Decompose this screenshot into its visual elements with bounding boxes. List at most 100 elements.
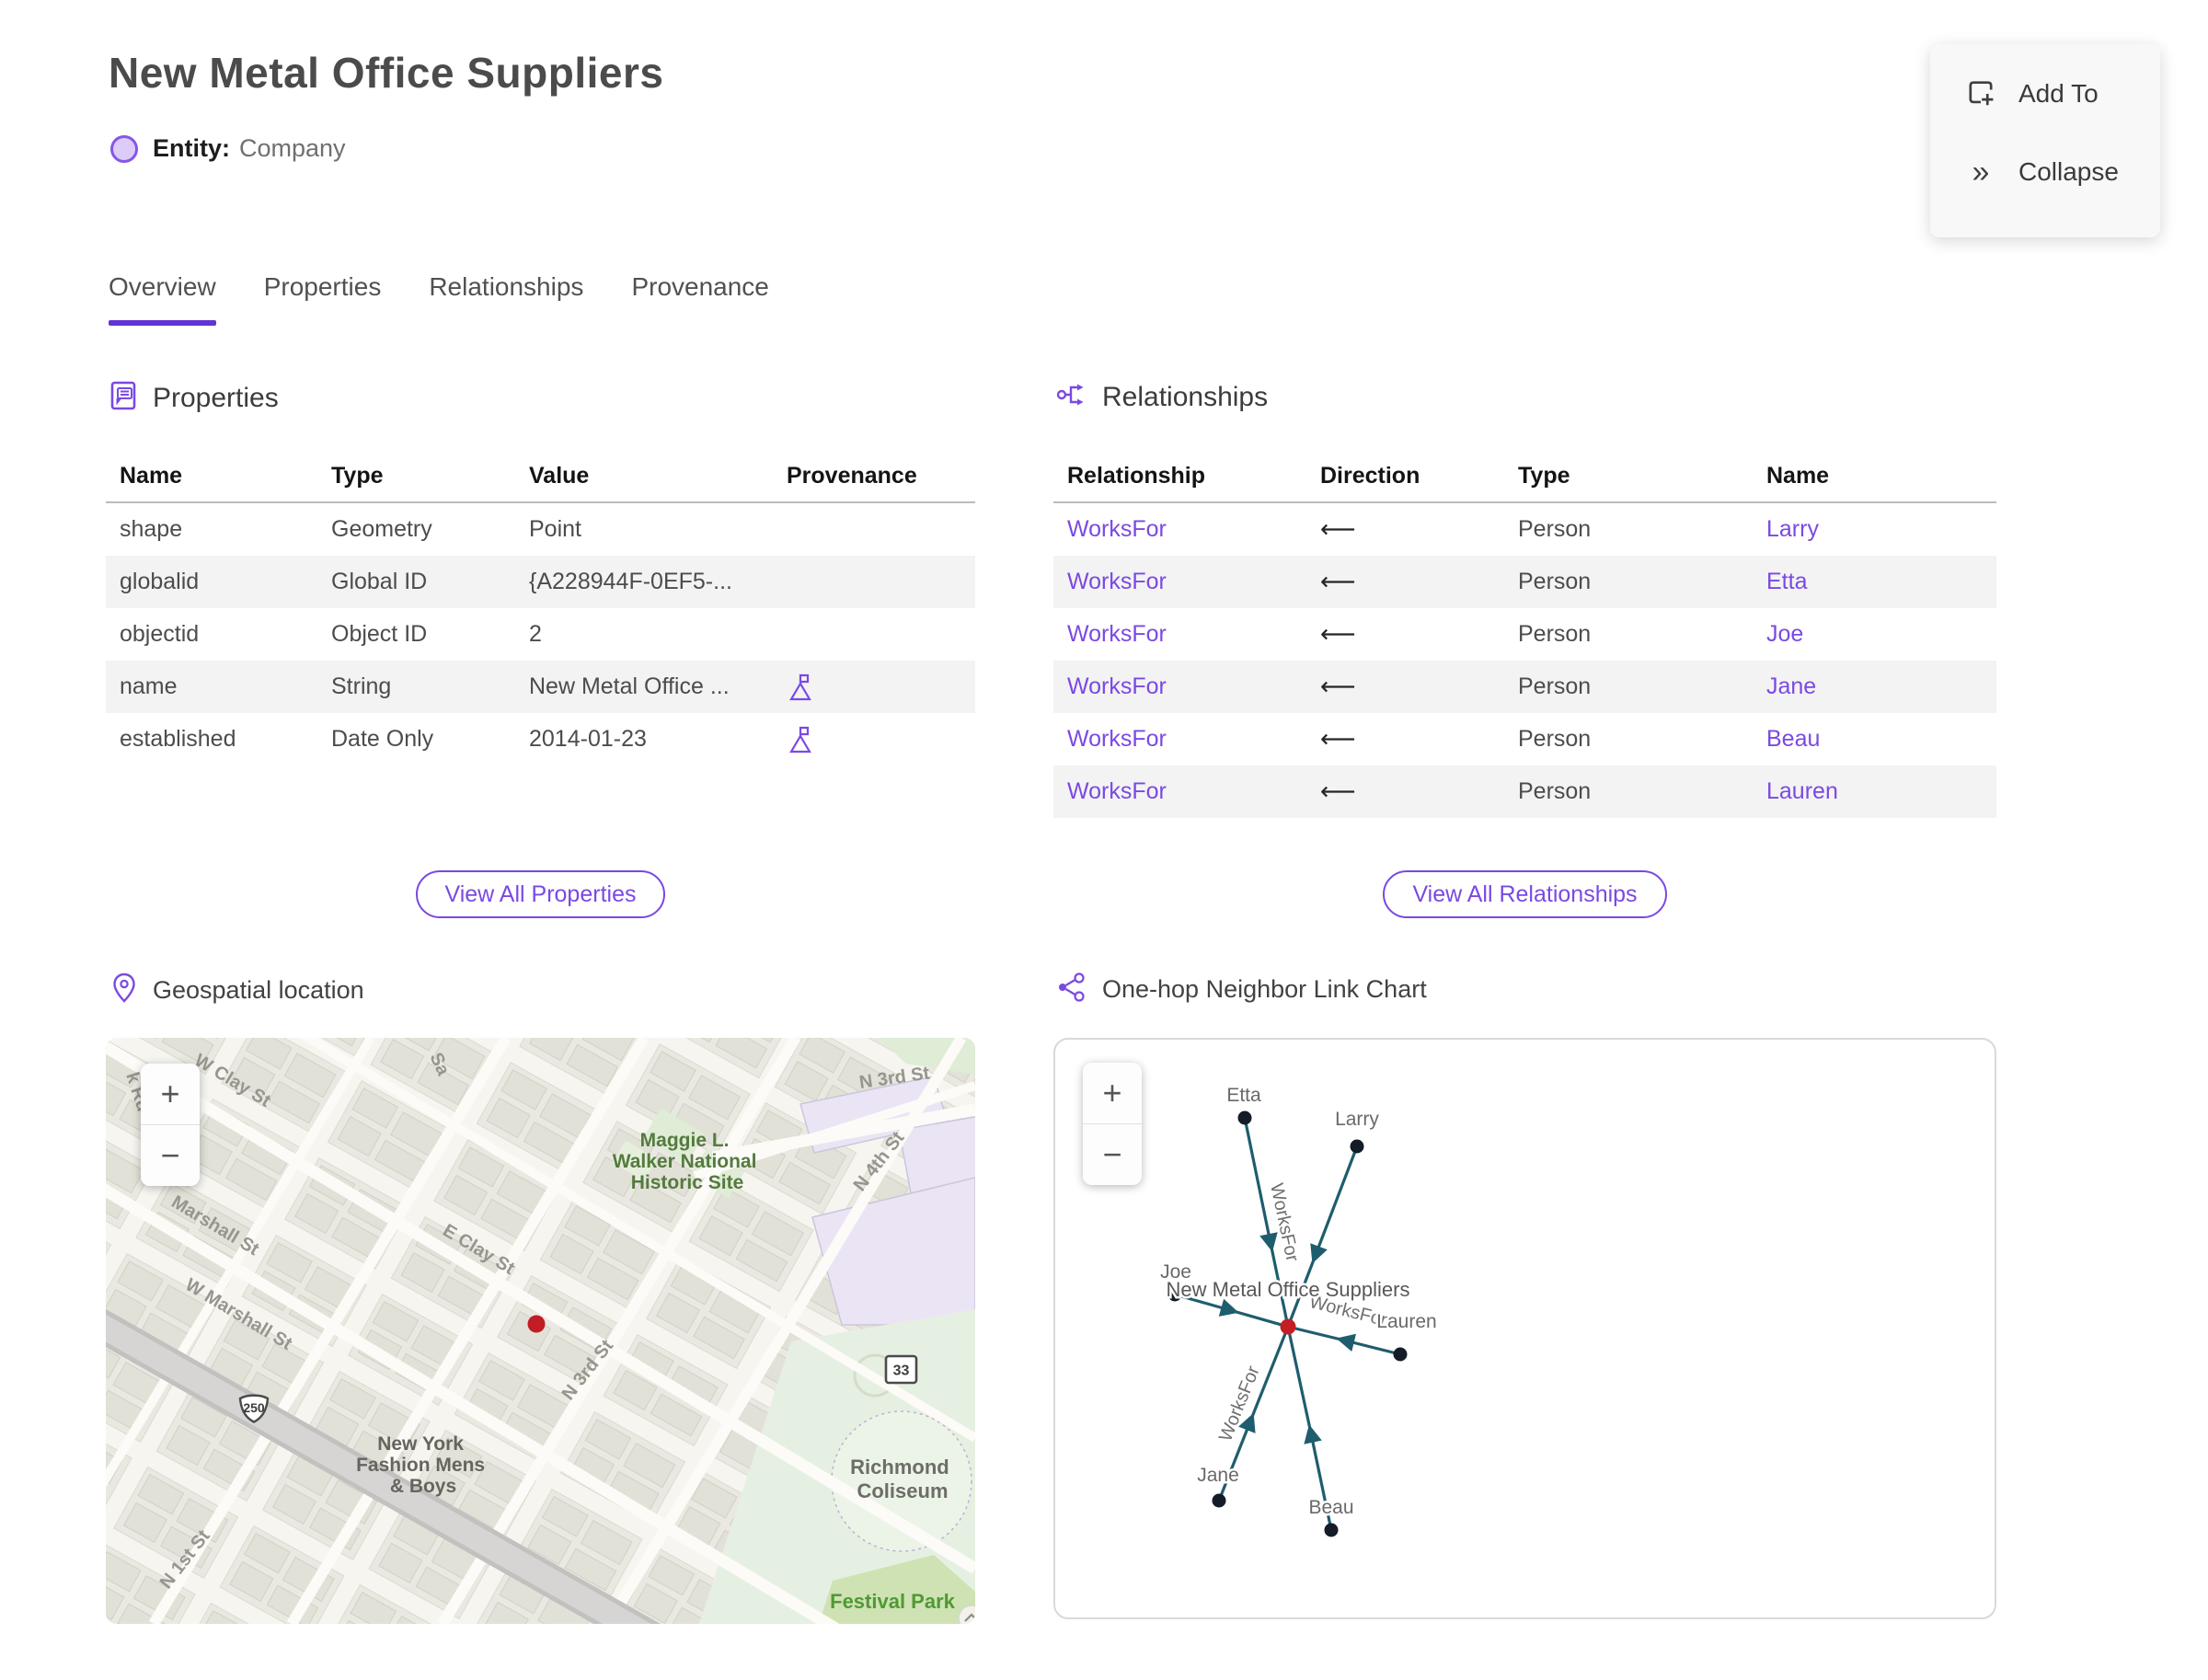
geospatial-section-title: Geospatial location [153, 976, 364, 1004]
relationship-link[interactable]: WorksFor [1053, 569, 1306, 595]
svg-text:Lauren: Lauren [1376, 1311, 1436, 1332]
view-all-relationships-button[interactable]: View All Relationships [1383, 870, 1667, 918]
prop-value: {A228944F-0EF5-... [529, 569, 732, 594]
column-header: Value [529, 462, 590, 489]
link-chart-icon [1055, 972, 1088, 1007]
prop-type: String [331, 673, 392, 699]
tab-overview[interactable]: Overview [109, 272, 216, 326]
rel-type: Person [1518, 621, 1592, 647]
entity-label: Entity: [153, 134, 230, 162]
geospatial-section-header: Geospatial location [109, 972, 364, 1009]
tab-bar: Overview Properties Relationships Proven… [109, 272, 769, 326]
prop-type: Geometry [331, 516, 432, 542]
svg-text:Larry: Larry [1335, 1109, 1379, 1130]
direction-arrow: ⟵ [1320, 673, 1356, 700]
prop-type: Global ID [331, 569, 428, 594]
festival-park-label: Festival Park [830, 1590, 956, 1613]
direction-arrow: ⟵ [1320, 777, 1356, 805]
relationships-table: Relationship Direction Type Name WorksFo… [1053, 450, 1996, 818]
prop-name: name [120, 673, 178, 699]
map-canvas[interactable]: k Rd Sa W Clay St Marshall St W Marshall… [106, 1038, 975, 1624]
svg-text:Beau: Beau [1308, 1497, 1353, 1518]
link-chart-graphic: WorksFor WorksFor WorksFor Etta Larry Jo… [1158, 1083, 1439, 1537]
add-to-menu-item[interactable]: Add To [1963, 77, 2160, 110]
node-jane[interactable] [1212, 1493, 1226, 1508]
coliseum-label: Richmond Coliseum [850, 1456, 955, 1502]
table-row: WorksFor ⟵ Person Joe [1053, 608, 1996, 661]
entity-link[interactable]: Beau [1753, 726, 1996, 753]
relationship-link[interactable]: WorksFor [1053, 516, 1306, 543]
prop-value: Point [529, 516, 581, 542]
view-all-properties-wrap: View All Properties [106, 870, 975, 918]
table-row: objectid Object ID 2 [106, 608, 975, 661]
map-zoom-out-button[interactable]: − [141, 1125, 200, 1186]
relationships-icon [1055, 379, 1088, 415]
rel-type: Person [1518, 673, 1592, 699]
tab-provenance[interactable]: Provenance [631, 272, 768, 326]
column-header: Name [1766, 462, 1830, 489]
collapse-menu-item[interactable]: » Collapse [1963, 156, 2160, 188]
prop-name: globalid [120, 569, 200, 594]
tab-properties[interactable]: Properties [264, 272, 382, 326]
entity-link[interactable]: Joe [1753, 621, 1996, 648]
properties-section-header: Properties [108, 379, 279, 417]
tab-relationships[interactable]: Relationships [429, 272, 583, 326]
properties-section-title: Properties [153, 382, 279, 413]
properties-table: Name Type Value Provenance shape Geometr… [106, 450, 975, 765]
svg-text:Jane: Jane [1197, 1465, 1239, 1486]
entity-link[interactable]: Jane [1753, 673, 1996, 700]
provenance-flag-icon[interactable] [787, 672, 814, 703]
add-to-label: Add To [2018, 79, 2099, 108]
va-33-shield: 33 [884, 1354, 918, 1385]
column-header: Name [120, 462, 183, 489]
entity-link[interactable]: Larry [1753, 516, 1996, 543]
table-row: WorksFor ⟵ Person Larry [1053, 503, 1996, 556]
entity-type-icon [110, 134, 138, 163]
collapse-label: Collapse [2018, 157, 2119, 186]
entity-link[interactable]: Lauren [1753, 778, 1996, 805]
entity-link[interactable]: Etta [1753, 569, 1996, 595]
prop-name: shape [120, 516, 183, 542]
properties-table-header: Name Type Value Provenance [106, 450, 975, 503]
svg-text:33: 33 [893, 1364, 910, 1379]
location-pin-icon [109, 972, 139, 1009]
prop-name: established [120, 726, 236, 752]
relationship-link[interactable]: WorksFor [1053, 726, 1306, 753]
relationships-section-title: Relationships [1102, 381, 1269, 412]
svg-text:New Metal Office Suppliers: New Metal Office Suppliers [1167, 1278, 1410, 1301]
provenance-flag-icon[interactable] [787, 724, 814, 755]
map-zoom-in-button[interactable]: + [141, 1064, 200, 1124]
column-header: Direction [1320, 462, 1420, 489]
entity-location-marker[interactable] [527, 1315, 546, 1333]
prop-value: 2 [529, 621, 542, 647]
node-beau[interactable] [1324, 1523, 1339, 1537]
prop-type: Date Only [331, 726, 434, 752]
add-to-icon [1963, 77, 1998, 110]
table-row: name String New Metal Office ... [106, 661, 975, 713]
node-center-entity[interactable] [1280, 1318, 1296, 1335]
properties-icon [108, 379, 139, 417]
chart-zoom-out-button[interactable]: − [1083, 1124, 1142, 1185]
relationship-link[interactable]: WorksFor [1053, 673, 1306, 700]
linkchart-section-header: One-hop Neighbor Link Chart [1055, 972, 1427, 1007]
direction-arrow: ⟵ [1320, 620, 1356, 648]
view-all-properties-button[interactable]: View All Properties [415, 870, 666, 918]
rel-type: Person [1518, 778, 1592, 804]
relationship-link[interactable]: WorksFor [1053, 778, 1306, 805]
entity-detail-page: New Metal Office Suppliers Entity: Compa… [0, 0, 2208, 1680]
link-chart-canvas[interactable]: WorksFor WorksFor WorksFor Etta Larry Jo… [1053, 1038, 1996, 1619]
node-etta[interactable] [1237, 1110, 1252, 1125]
page-title: New Metal Office Suppliers [109, 49, 664, 97]
table-row: WorksFor ⟵ Person Beau [1053, 713, 1996, 765]
view-all-relationships-wrap: View All Relationships [1053, 870, 1996, 918]
node-lauren[interactable] [1393, 1347, 1408, 1362]
context-menu: Add To » Collapse [1930, 44, 2160, 237]
table-row: WorksFor ⟵ Person Etta [1053, 556, 1996, 608]
rel-type: Person [1518, 726, 1592, 752]
node-larry[interactable] [1350, 1139, 1364, 1154]
prop-name: objectid [120, 621, 200, 647]
chart-zoom-in-button[interactable]: + [1083, 1063, 1142, 1123]
relationship-link[interactable]: WorksFor [1053, 621, 1306, 648]
svg-text:Etta: Etta [1226, 1085, 1261, 1106]
map-zoom-control: + − [141, 1064, 200, 1186]
